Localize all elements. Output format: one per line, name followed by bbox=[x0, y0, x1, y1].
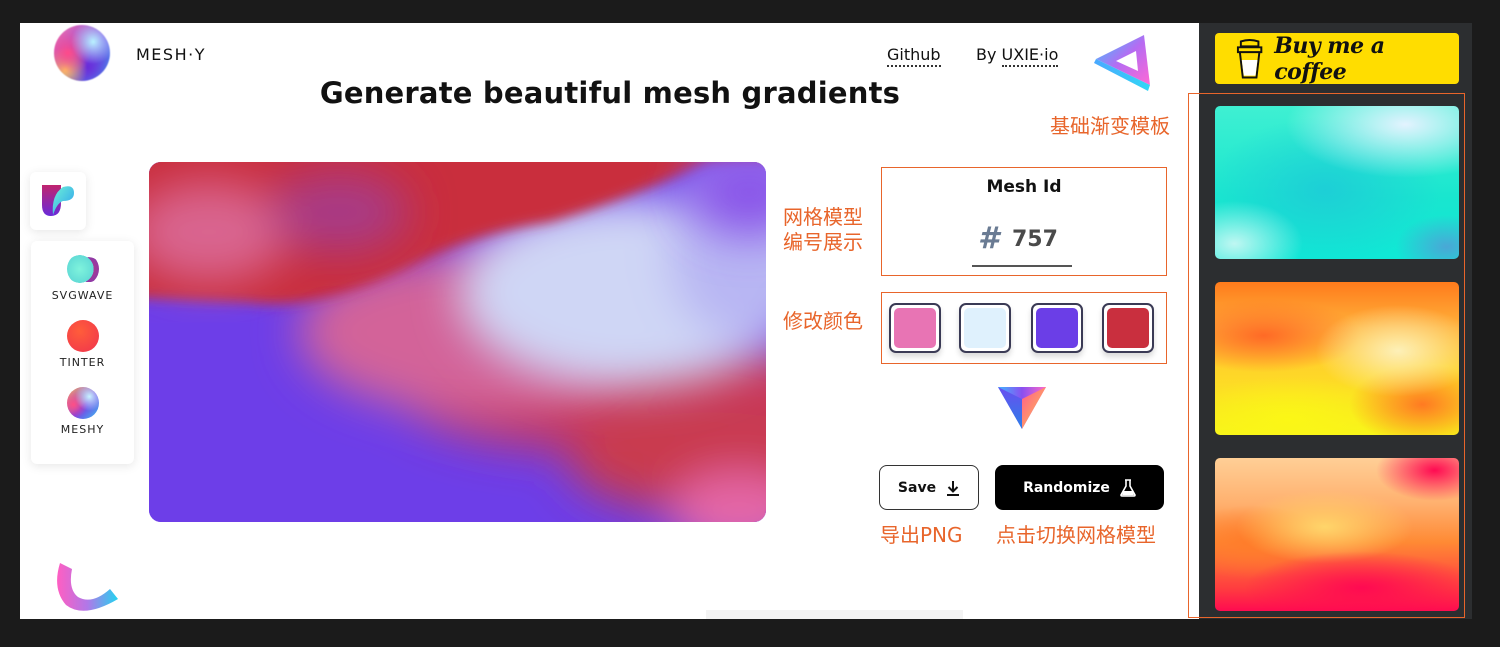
annotation-box-templates bbox=[1188, 93, 1465, 618]
flask-icon bbox=[1120, 478, 1136, 497]
prism-randomize-icon[interactable] bbox=[996, 385, 1048, 431]
brand-name: MESH·Y bbox=[136, 45, 206, 64]
save-button[interactable]: Save bbox=[879, 465, 979, 510]
app-switcher-button[interactable] bbox=[30, 172, 86, 230]
sidebar: SVGWAVE TINTER MESHY bbox=[31, 241, 134, 464]
meshy-icon bbox=[66, 387, 99, 419]
horizontal-scrollbar[interactable] bbox=[706, 610, 963, 619]
hash-icon: # bbox=[978, 221, 999, 256]
mesh-id-label: Mesh Id bbox=[986, 177, 1062, 197]
page-title: Generate beautiful mesh gradients bbox=[319, 76, 901, 110]
mesh-gradient-canvas[interactable] bbox=[149, 162, 766, 522]
mesh-id-underline bbox=[972, 265, 1072, 267]
annotation-randomize: 点击切换网格模型 bbox=[996, 523, 1156, 547]
coffee-button-label: Buy me a coffee bbox=[1274, 32, 1385, 85]
annotation-mesh-id-line2: 编号展示 bbox=[783, 230, 863, 254]
github-link-label[interactable]: Github bbox=[887, 45, 941, 67]
color-swatch-fill bbox=[964, 308, 1006, 348]
color-swatch-2[interactable] bbox=[959, 303, 1011, 353]
annotation-colors: 修改颜色 bbox=[783, 309, 863, 333]
uxie-link-label[interactable]: UXIE·io bbox=[1001, 45, 1059, 67]
sidebar-item-label: TINTER bbox=[59, 356, 106, 369]
sidebar-item-tinter[interactable]: TINTER bbox=[31, 320, 134, 369]
color-swatch-4[interactable] bbox=[1102, 303, 1154, 353]
uxie-link[interactable]: By UXIE·io bbox=[976, 45, 1059, 67]
meshy-logo[interactable] bbox=[54, 25, 110, 81]
svgwave-brand-icon bbox=[42, 185, 74, 216]
randomize-button[interactable]: Randomize bbox=[995, 465, 1164, 510]
download-icon bbox=[947, 480, 960, 496]
randomize-button-label: Randomize bbox=[1023, 479, 1110, 496]
annotation-mesh-id-line1: 网格模型 bbox=[783, 205, 863, 229]
mesh-id-input[interactable] bbox=[1012, 227, 1072, 252]
tinter-icon bbox=[66, 320, 99, 352]
github-link[interactable]: Github bbox=[887, 45, 941, 67]
app-window: MESH·Y Github By UXIE·io Generate beauti… bbox=[20, 23, 1472, 619]
by-prefix: By bbox=[976, 45, 1002, 64]
annotation-templates: 基础渐变模板 bbox=[1050, 114, 1170, 138]
loader-logo-icon bbox=[57, 563, 118, 611]
sidebar-item-label: SVGWAVE bbox=[51, 289, 114, 302]
svgwave-icon bbox=[66, 253, 99, 285]
color-swatch-1[interactable] bbox=[889, 303, 941, 353]
color-swatch-fill bbox=[894, 308, 936, 348]
color-swatch-3[interactable] bbox=[1031, 303, 1083, 353]
coffee-cup-icon bbox=[1236, 38, 1263, 79]
color-swatch-fill bbox=[1107, 308, 1149, 348]
color-swatch-fill bbox=[1036, 308, 1078, 348]
sidebar-item-label: MESHY bbox=[60, 423, 105, 436]
sidebar-item-svgwave[interactable]: SVGWAVE bbox=[31, 253, 134, 302]
annotation-export: 导出PNG bbox=[880, 523, 963, 547]
sidebar-item-meshy[interactable]: MESHY bbox=[31, 387, 134, 436]
save-button-label: Save bbox=[897, 479, 937, 496]
buy-me-a-coffee-button[interactable]: Buy me a coffee bbox=[1215, 32, 1459, 85]
